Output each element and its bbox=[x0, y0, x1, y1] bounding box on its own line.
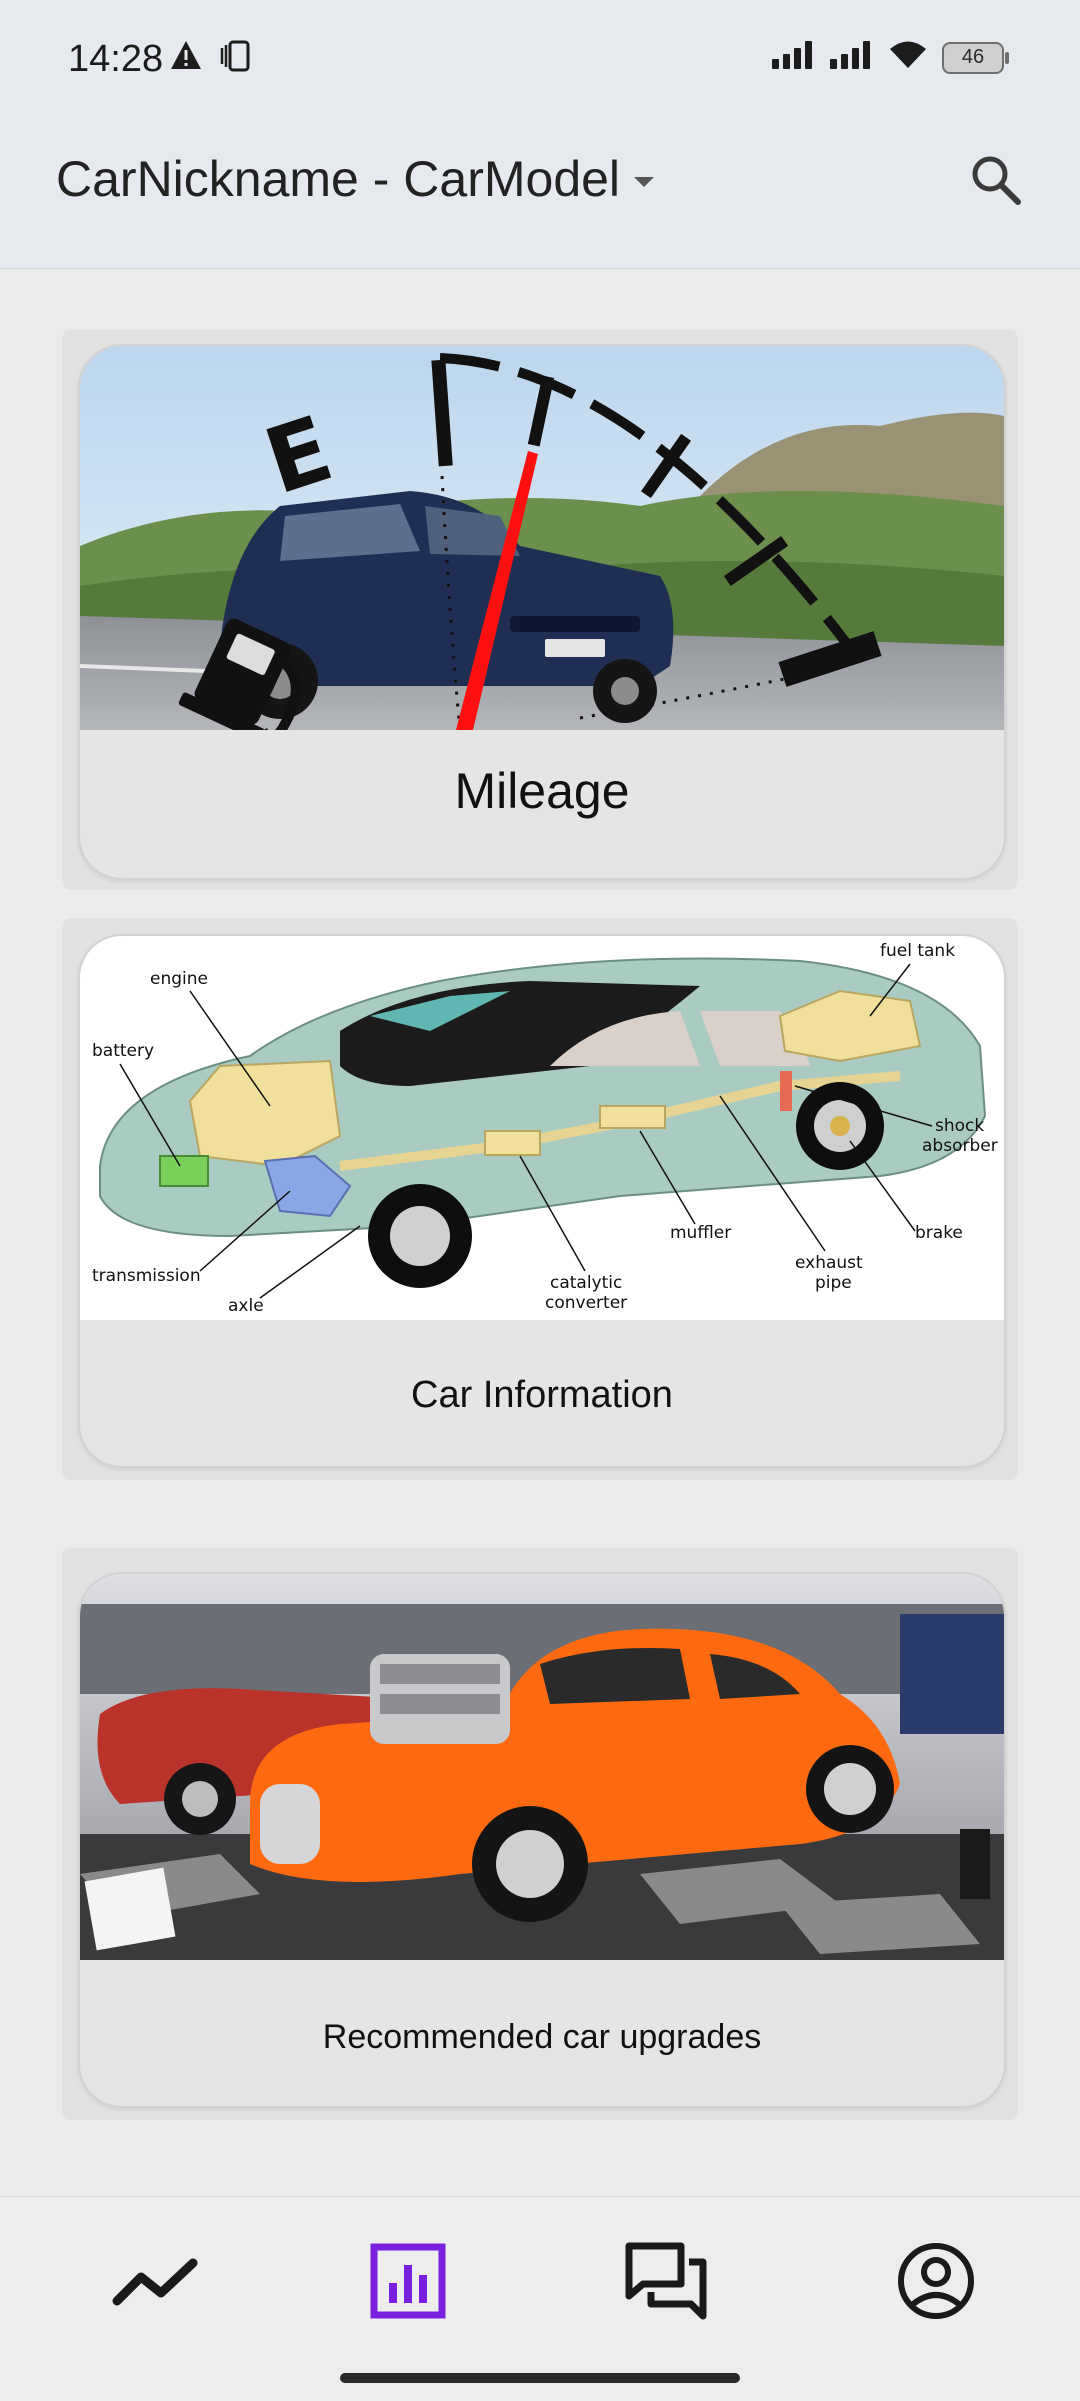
nav-item-profile[interactable] bbox=[886, 2233, 986, 2333]
upgrades-card[interactable]: Recommended car upgrades bbox=[78, 1572, 1006, 2108]
diagram-label-transmission: transmission bbox=[92, 1266, 201, 1286]
diagram-label-exhaust: exhaust bbox=[795, 1253, 863, 1273]
diagram-label-catalytic: catalytic bbox=[550, 1273, 622, 1293]
fuel-gauge-photo: E bbox=[80, 346, 1004, 730]
wifi-icon bbox=[888, 40, 928, 75]
diagram-label-shock: shock bbox=[935, 1116, 984, 1136]
diagram-label-brake: brake bbox=[915, 1223, 963, 1243]
car-info-card[interactable]: engine battery transmission axle catalyt… bbox=[78, 934, 1006, 1468]
vibrate-icon bbox=[218, 40, 258, 77]
signal-icon bbox=[830, 41, 874, 74]
diagram-label-engine: engine bbox=[150, 969, 208, 989]
trend-line-icon bbox=[111, 2251, 201, 2316]
diagram-label-fuel-tank: fuel tank bbox=[880, 941, 955, 961]
page-title: CarNickname - CarModel bbox=[56, 151, 621, 207]
caret-down-icon bbox=[634, 177, 655, 187]
bottom-navigation bbox=[0, 2196, 1080, 2401]
card-label-recommended-upgrades: Recommended car upgrades bbox=[322, 2018, 762, 2056]
car-info-card-container: engine battery transmission axle catalyt… bbox=[62, 918, 1018, 1480]
upgrades-card-container: Recommended car upgrades bbox=[62, 1548, 1018, 2120]
diagram-label-axle: axle bbox=[228, 1296, 264, 1316]
alert-icon bbox=[170, 40, 202, 75]
card-label-mileage: Mileage bbox=[454, 763, 630, 819]
diagram-label-absorber: absorber bbox=[922, 1136, 998, 1156]
mileage-card-container: E Mileage bbox=[62, 330, 1018, 890]
battery-icon: 46 bbox=[942, 41, 1009, 74]
bar-chart-icon bbox=[370, 2243, 446, 2324]
status-time: 14:28 bbox=[68, 38, 164, 80]
orange-hot-rod-photo bbox=[80, 1574, 1004, 1960]
diagram-label-converter: converter bbox=[545, 1293, 627, 1313]
account-circle-icon bbox=[896, 2241, 976, 2326]
signal-icon bbox=[772, 41, 816, 74]
status-right: 46 bbox=[772, 40, 1009, 75]
nav-item-trends[interactable] bbox=[106, 2233, 206, 2333]
diagram-label-pipe: pipe bbox=[815, 1273, 852, 1293]
nav-item-chat[interactable] bbox=[616, 2233, 716, 2333]
nav-item-stats[interactable] bbox=[358, 2233, 458, 2333]
search-button[interactable] bbox=[964, 150, 1028, 214]
diagram-label-muffler: muffler bbox=[670, 1223, 731, 1243]
card-label-car-information: Car Information bbox=[411, 1374, 673, 1416]
car-selector[interactable]: CarNickname - CarModel bbox=[56, 150, 655, 208]
top-bar: 14:28 46 CarNickname - CarModel bbox=[0, 0, 1080, 269]
car-cutaway-diagram: engine battery transmission axle catalyt… bbox=[80, 936, 1004, 1320]
home-indicator[interactable] bbox=[340, 2373, 740, 2383]
mileage-card[interactable]: E Mileage bbox=[78, 344, 1006, 880]
chat-bubbles-icon bbox=[625, 2242, 707, 2325]
battery-level: 46 bbox=[961, 46, 985, 68]
diagram-label-battery: battery bbox=[92, 1041, 154, 1061]
search-icon bbox=[969, 153, 1023, 212]
